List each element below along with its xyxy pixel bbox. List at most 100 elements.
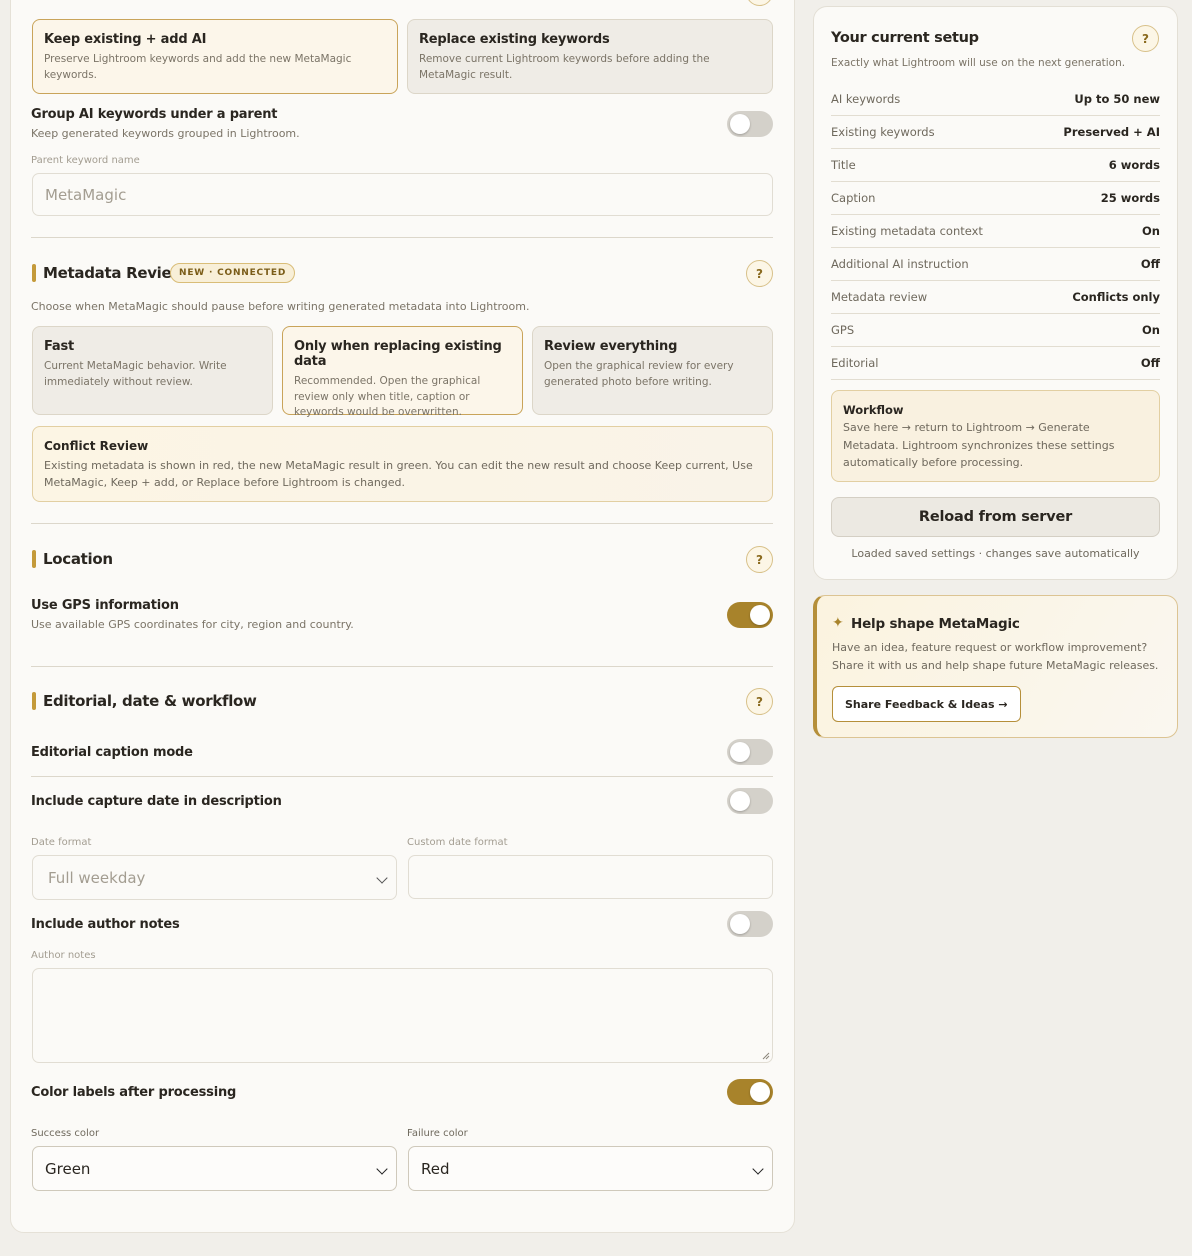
chevron-down-icon (376, 1162, 388, 1175)
section-divider (31, 237, 773, 238)
conflict-review-desc: Existing metadata is shown in red, the n… (44, 459, 753, 489)
workflow-desc: Save here → return to Lightroom → Genera… (843, 421, 1115, 469)
success-color-value: Green (45, 1159, 91, 1178)
capture-date-title: Include capture date in description (31, 794, 282, 809)
author-notes-textarea[interactable] (32, 968, 773, 1063)
location-title: Location (43, 550, 113, 568)
setup-row-key: GPS (831, 323, 855, 337)
editorial-title: Editorial, date & workflow (43, 692, 257, 710)
failure-color-select[interactable]: Red (408, 1146, 773, 1191)
parent-keyword-input[interactable]: MetaMagic (32, 173, 773, 216)
section-accent-bar (32, 550, 36, 568)
setup-row-key: Existing keywords (831, 125, 935, 139)
success-color-label: Success color (31, 1128, 100, 1139)
chevron-down-icon (376, 871, 388, 884)
feedback-card: ✦ Help shape MetaMagic Have an idea, fea… (813, 595, 1178, 738)
option-desc: Preserve Lightroom keywords and add the … (44, 53, 352, 81)
setup-row: Existing keywords Preserved + AI (831, 116, 1160, 149)
capture-date-toggle[interactable] (727, 788, 773, 814)
section-accent-bar (32, 692, 36, 710)
share-feedback-button[interactable]: Share Feedback & Ideas → (832, 686, 1021, 722)
conflict-review-box: Conflict Review Existing metadata is sho… (32, 426, 773, 502)
group-keywords-desc: Keep generated keywords grouped in Light… (31, 127, 300, 140)
location-help-icon[interactable]: ? (746, 546, 773, 573)
toggle-knob (730, 791, 750, 811)
setup-row-value: 6 words (1108, 158, 1160, 172)
setup-row: Editorial Off (831, 347, 1160, 380)
review-option-replacing[interactable]: Only when replacing existing data Recomm… (282, 326, 523, 418)
setup-row: Existing metadata context On (831, 215, 1160, 248)
color-labels-toggle[interactable] (727, 1079, 773, 1105)
date-format-label: Date format (31, 837, 92, 848)
metadata-review-help-icon[interactable]: ? (746, 260, 773, 287)
section-accent-bar (32, 264, 36, 282)
chevron-down-icon (752, 1162, 764, 1175)
setup-subtitle: Exactly what Lightroom will use on the n… (831, 57, 1126, 69)
setup-title: Your current setup (831, 30, 979, 46)
author-notes-title: Include author notes (31, 917, 180, 932)
option-desc: Recommended. Open the graphical review o… (294, 375, 481, 418)
metadata-review-title: Metadata Review (43, 264, 185, 282)
feedback-title: Help shape MetaMagic (851, 616, 1020, 632)
failure-color-label: Failure color (407, 1128, 468, 1139)
date-format-value: Full weekday (48, 868, 146, 887)
toggle-knob (750, 1082, 770, 1102)
setup-row-key: Caption (831, 191, 876, 205)
setup-row-value: Conflicts only (1072, 290, 1160, 304)
editorial-caption-mode-toggle[interactable] (727, 739, 773, 765)
option-title: Only when replacing existing data (294, 339, 502, 369)
section-divider (31, 523, 773, 524)
setup-help-icon[interactable]: ? (1132, 25, 1159, 52)
review-option-everything[interactable]: Review everything Open the graphical rev… (532, 326, 773, 415)
option-title: Review everything (544, 339, 678, 354)
option-keep-existing-add-ai[interactable]: Keep existing + add AI Preserve Lightroo… (32, 19, 398, 94)
conflict-review-title: Conflict Review (44, 439, 149, 453)
setup-row: Additional AI instruction Off (831, 248, 1160, 281)
setup-row-value: Off (1140, 356, 1160, 370)
group-keywords-title: Group AI keywords under a parent (31, 107, 278, 122)
option-desc: Remove current Lightroom keywords before… (419, 53, 710, 81)
editorial-caption-mode-title: Editorial caption mode (31, 745, 193, 760)
custom-date-format-label: Custom date format (407, 837, 508, 848)
reload-from-server-button[interactable]: Reload from server (831, 497, 1160, 537)
option-title: Fast (44, 339, 75, 354)
setup-row-value: Up to 50 new (1074, 92, 1160, 106)
date-format-select[interactable]: Full weekday (32, 855, 397, 900)
review-option-fast[interactable]: Fast Current MetaMagic behavior. Write i… (32, 326, 273, 415)
new-connected-badge: NEW · CONNECTED (170, 263, 296, 283)
setup-row-key: Existing metadata context (831, 224, 983, 238)
editorial-help-icon[interactable]: ? (746, 688, 773, 715)
success-color-select[interactable]: Green (32, 1146, 397, 1191)
parent-keyword-placeholder: MetaMagic (45, 185, 127, 204)
failure-color-value: Red (421, 1159, 450, 1178)
row-divider (31, 776, 773, 777)
setup-row-key: Editorial (831, 356, 879, 370)
custom-date-format-input[interactable] (408, 855, 773, 899)
setup-row-key: AI keywords (831, 92, 901, 106)
setup-row-value: Preserved + AI (1063, 125, 1160, 139)
option-desc: Open the graphical review for every gene… (544, 360, 734, 388)
option-title: Replace existing keywords (419, 32, 610, 47)
group-keywords-toggle[interactable] (727, 111, 773, 137)
resize-handle-icon[interactable] (761, 1051, 770, 1060)
setup-row: Caption 25 words (831, 182, 1160, 215)
sparkle-icon: ✦ (832, 615, 844, 631)
setup-row: Title 6 words (831, 149, 1160, 182)
gps-toggle[interactable] (727, 602, 773, 628)
toggle-knob (730, 742, 750, 762)
setup-row-key: Additional AI instruction (831, 257, 969, 271)
gps-title: Use GPS information (31, 598, 179, 613)
color-labels-title: Color labels after processing (31, 1085, 237, 1100)
setup-row-value: 25 words (1100, 191, 1160, 205)
current-setup-card: Your current setup ? Exactly what Lightr… (813, 6, 1178, 580)
option-replace-existing-keywords[interactable]: Replace existing keywords Remove current… (407, 19, 773, 94)
author-notes-toggle[interactable] (727, 911, 773, 937)
setup-row: AI keywords Up to 50 new (831, 83, 1160, 116)
setup-row-value: On (1142, 224, 1160, 238)
metadata-review-intro: Choose when MetaMagic should pause befor… (31, 300, 530, 313)
workflow-box: Workflow Save here → return to Lightroom… (831, 390, 1160, 482)
setup-row: GPS On (831, 314, 1160, 347)
save-status-text: Loaded saved settings · changes save aut… (851, 547, 1140, 560)
toggle-knob (750, 605, 770, 625)
option-title: Keep existing + add AI (44, 32, 207, 47)
